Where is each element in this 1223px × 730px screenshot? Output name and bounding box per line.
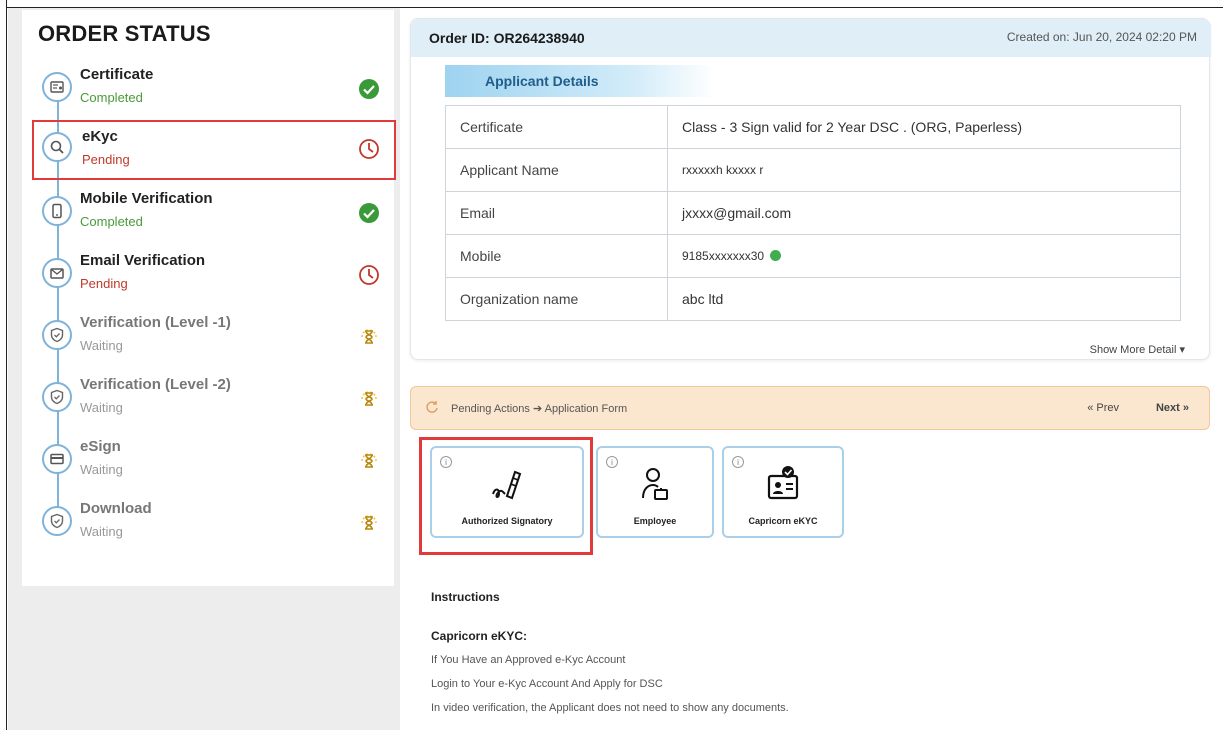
table-row: Email jxxxx@gmail.com bbox=[445, 191, 1181, 235]
shield-icon bbox=[42, 506, 72, 536]
detail-key: Applicant Name bbox=[445, 148, 668, 192]
instructions-subheading: Capricorn eKYC: bbox=[431, 629, 528, 643]
order-header: Order ID: OR264238940 Created on: Jun 20… bbox=[411, 19, 1211, 57]
detail-key: Email bbox=[445, 191, 668, 235]
step-certificate[interactable]: Certificate Completed bbox=[40, 66, 395, 122]
step-download[interactable]: Download Waiting bbox=[40, 500, 395, 556]
employee-icon bbox=[635, 464, 675, 509]
detail-value: 9185xxxxxxx30 bbox=[682, 249, 765, 263]
detail-key: Mobile bbox=[445, 234, 668, 278]
step-ekyc[interactable]: eKyc Pending bbox=[32, 120, 396, 180]
hourglass-icon bbox=[358, 388, 380, 410]
shield-icon bbox=[42, 382, 72, 412]
detail-value: jxxxx@gmail.com bbox=[667, 191, 1181, 235]
info-icon: i bbox=[440, 456, 452, 468]
step-mobile-verification[interactable]: Mobile Verification Completed bbox=[40, 190, 395, 246]
instruction-line: Login to Your e-Kyc Account And Apply fo… bbox=[431, 678, 663, 690]
detail-value: rxxxxxh kxxxx r bbox=[667, 148, 1181, 192]
detail-key: Organization name bbox=[445, 277, 668, 321]
step-status: Pending bbox=[82, 152, 130, 167]
step-title: Verification (Level -1) bbox=[80, 314, 231, 331]
step-status: Completed bbox=[80, 90, 143, 105]
order-status-title: ORDER STATUS bbox=[38, 21, 211, 46]
verified-check-icon bbox=[770, 250, 782, 262]
frame-border-left bbox=[0, 0, 7, 730]
tab-label: Applicant Details bbox=[485, 73, 599, 89]
order-id: Order ID: OR264238940 bbox=[429, 30, 585, 46]
next-button[interactable]: Next » bbox=[1156, 402, 1189, 414]
mobile-icon bbox=[42, 196, 72, 226]
detail-value-cell: 9185xxxxxxx30 bbox=[667, 234, 1181, 278]
check-circle-icon bbox=[358, 78, 380, 100]
step-title: Verification (Level -2) bbox=[80, 376, 231, 393]
table-row: Mobile 9185xxxxxxx30 bbox=[445, 234, 1181, 278]
info-icon: i bbox=[606, 456, 618, 468]
created-on: Created on: Jun 20, 2024 02:20 PM bbox=[1006, 30, 1197, 44]
order-details-card: Order ID: OR264238940 Created on: Jun 20… bbox=[410, 18, 1211, 360]
instruction-line: In video verification, the Applicant doe… bbox=[431, 702, 789, 714]
detail-key: Certificate bbox=[445, 105, 668, 149]
shield-icon bbox=[42, 320, 72, 350]
step-title: Mobile Verification bbox=[80, 190, 213, 207]
step-verification-level-1[interactable]: Verification (Level -1) Waiting bbox=[40, 314, 395, 370]
table-row: Applicant Name rxxxxxh kxxxx r bbox=[445, 148, 1181, 192]
step-title: Download bbox=[80, 500, 152, 517]
card-icon bbox=[42, 444, 72, 474]
certificate-icon bbox=[42, 72, 72, 102]
id-card-icon bbox=[763, 464, 803, 509]
option-label: Capricorn eKYC bbox=[748, 516, 818, 526]
step-title: eSign bbox=[80, 438, 121, 455]
clock-icon bbox=[358, 264, 380, 286]
signature-icon bbox=[487, 464, 527, 509]
step-status: Completed bbox=[80, 214, 143, 229]
main-content: Order ID: OR264238940 Created on: Jun 20… bbox=[410, 18, 1213, 730]
tab-applicant-details[interactable]: Applicant Details bbox=[445, 65, 715, 97]
option-employee[interactable]: i Employee bbox=[596, 446, 714, 538]
hourglass-icon bbox=[358, 326, 380, 348]
show-more-detail-link[interactable]: Show More Detail ▾ bbox=[1090, 343, 1185, 356]
instructions-heading: Instructions bbox=[431, 590, 500, 604]
option-label: Authorized Signatory bbox=[461, 516, 553, 526]
step-title: eKyc bbox=[82, 128, 118, 145]
step-title: Certificate bbox=[80, 66, 154, 83]
search-icon bbox=[42, 132, 72, 162]
step-title: Email Verification bbox=[80, 252, 206, 269]
mail-icon bbox=[42, 258, 72, 288]
applicant-details-table: Certificate Class - 3 Sign valid for 2 Y… bbox=[445, 105, 1181, 321]
prev-button[interactable]: « Prev bbox=[1087, 402, 1119, 414]
clock-icon bbox=[358, 138, 380, 160]
hourglass-icon bbox=[358, 450, 380, 472]
step-status: Waiting bbox=[80, 524, 123, 539]
option-capricorn-ekyc[interactable]: i Capricorn eKYC bbox=[722, 446, 844, 538]
step-email-verification[interactable]: Email Verification Pending bbox=[40, 252, 395, 308]
step-status: Waiting bbox=[80, 462, 123, 477]
step-esign[interactable]: eSign Waiting bbox=[40, 438, 395, 494]
table-row: Certificate Class - 3 Sign valid for 2 Y… bbox=[445, 105, 1181, 149]
table-row: Organization name abc ltd bbox=[445, 277, 1181, 321]
option-label: Employee bbox=[633, 516, 677, 526]
info-icon: i bbox=[732, 456, 744, 468]
step-status: Waiting bbox=[80, 400, 123, 415]
hourglass-icon bbox=[358, 512, 380, 534]
step-verification-level-2[interactable]: Verification (Level -2) Waiting bbox=[40, 376, 395, 432]
detail-value: Class - 3 Sign valid for 2 Year DSC . (O… bbox=[667, 105, 1181, 149]
refresh-icon bbox=[426, 401, 438, 413]
option-authorized-signatory[interactable]: i Authorized Signatory bbox=[430, 446, 584, 538]
pending-actions-text: Pending Actions ➔ Application Form bbox=[451, 403, 628, 415]
step-status: Pending bbox=[80, 276, 128, 291]
check-circle-icon bbox=[358, 202, 380, 224]
detail-value: abc ltd bbox=[667, 277, 1181, 321]
pending-actions-bar: Pending Actions ➔ Application Form « Pre… bbox=[410, 386, 1210, 430]
step-status: Waiting bbox=[80, 338, 123, 353]
instruction-line: If You Have an Approved e-Kyc Account bbox=[431, 654, 626, 666]
